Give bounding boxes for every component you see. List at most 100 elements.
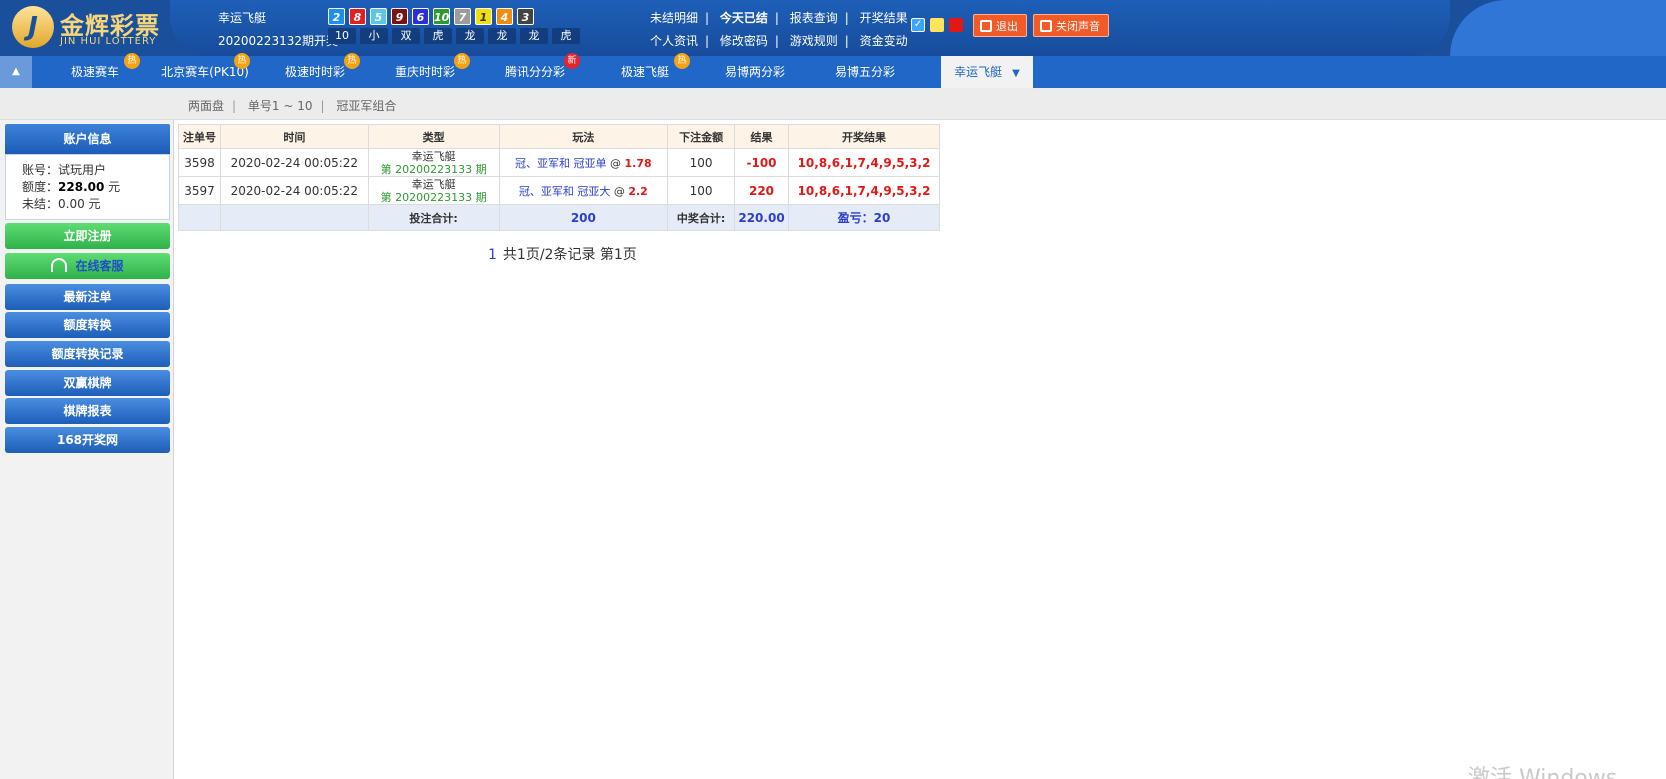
link-today-settled[interactable]: 今天已结 — [720, 11, 768, 25]
link-unsettled[interactable]: 未结明细 — [650, 11, 698, 25]
bet-play-name: 冠、亚军和 冠亚单 — [515, 156, 607, 170]
tab-jisu-saiche[interactable]: 极速赛车 热 — [40, 53, 150, 88]
draw-ball: 2 — [328, 8, 345, 25]
sub-nav: 两面盘 | 单号1 ~ 10 | 冠亚军组合 — [0, 88, 1666, 120]
latest-bets-button[interactable]: 最新注单 — [5, 284, 170, 310]
link-results[interactable]: 开奖结果 — [860, 11, 908, 25]
draw-ball: 9 — [391, 8, 408, 25]
hot-badge: 热 — [454, 53, 470, 69]
tab-tencent-ffc[interactable]: 腾讯分分彩 新 — [480, 53, 590, 88]
bet-amount: 100 — [667, 176, 736, 205]
total-empty — [219, 204, 369, 231]
draw-stat: 10 — [328, 28, 356, 44]
theme-yellow[interactable] — [930, 18, 944, 32]
subnav-champion-combo[interactable]: 冠亚军组合 — [336, 99, 396, 113]
bet-period: 第 20200223133 期 — [380, 190, 487, 204]
draw-ball: 4 — [496, 8, 513, 25]
draw-ball: 3 — [517, 8, 534, 25]
top-links: 未结明细 | 今天已结 | 报表查询 | 开奖结果 个人资讯 | 修改密码 | 游戏规则 |… — [650, 11, 908, 48]
draw-stat: 龙 — [488, 28, 516, 44]
account-info: 账号：试玩用户 额度：228.00 元 未结：0.00 元 — [5, 154, 170, 220]
limit-value: 228.00 — [58, 180, 105, 194]
total-profit: 盈亏：20 — [788, 204, 940, 231]
table-row: 3598 2020-02-24 00:05:22 幸运飞艇第 202002231… — [178, 148, 940, 177]
link-change-password[interactable]: 修改密码 — [720, 34, 768, 48]
site-168-button[interactable]: 168开奖网 — [5, 427, 170, 453]
pager: 1 共1页/2条记录 第1页 — [488, 244, 637, 264]
bet-game: 幸运飞艇 — [411, 177, 456, 191]
total-bet-value: 200 — [498, 204, 669, 231]
bet-play-name: 冠、亚军和 冠亚大 — [518, 184, 611, 198]
bet-type: 幸运飞艇第 20200223133 期 — [367, 148, 500, 177]
theme-blue-check-icon[interactable]: ✓ — [911, 18, 925, 32]
register-button[interactable]: 立即注册 — [5, 223, 170, 249]
draw-period: 20200223132期开奖 — [218, 34, 338, 48]
chess-button[interactable]: 双赢棋牌 — [5, 370, 170, 396]
table-header-row: 注单号 时间 类型 玩法 下注金额 结果 开奖结果 — [178, 124, 940, 149]
draw-stat: 小 — [360, 28, 388, 44]
link-report[interactable]: 报表查询 — [790, 11, 838, 25]
logout-label: 退出 — [996, 20, 1018, 33]
table-row: 3597 2020-02-24 00:05:22 幸运飞艇第 202002231… — [178, 176, 940, 205]
draw-ball: 7 — [454, 8, 471, 25]
unsettled-value: 0.00 元 — [58, 197, 101, 211]
logo[interactable]: J 金辉彩票 JIN HUI LOTTERY — [12, 6, 162, 48]
sound-icon — [1040, 20, 1052, 32]
tab-yibo-5fc[interactable]: 易博五分彩 — [810, 56, 920, 88]
draw-ball: 5 — [370, 8, 387, 25]
logout-icon — [980, 20, 992, 32]
draw-ball: 6 — [412, 8, 429, 25]
logo-name-en: JIN HUI LOTTERY — [60, 36, 157, 47]
draw-stat: 龙 — [520, 28, 548, 44]
tab-label: 腾讯分分彩 — [504, 65, 565, 79]
bet-odds: 2.2 — [628, 184, 648, 198]
tab-yibo-2fc[interactable]: 易博两分彩 — [700, 56, 810, 88]
logout-button[interactable]: 退出 — [973, 14, 1027, 37]
col-bet-id: 注单号 — [178, 124, 221, 149]
draw-ball: 8 — [349, 8, 366, 25]
account-title: 账户信息 — [5, 124, 170, 154]
link-funds[interactable]: 资金变动 — [860, 34, 908, 48]
tab-beijing-pk10[interactable]: 北京赛车(PK10) 热 — [150, 53, 260, 88]
draw-stat: 虎 — [424, 28, 452, 44]
tab-jisu-feiting[interactable]: 极速飞艇 热 — [590, 53, 700, 88]
table-total-row: 投注合计: 200 中奖合计: 220.00 盈亏：20 — [178, 204, 940, 231]
sound-off-button[interactable]: 关闭声音 — [1033, 14, 1109, 37]
pager-current-page[interactable]: 1 — [488, 247, 497, 263]
tab-jisu-ssc[interactable]: 极速时时彩 热 — [260, 53, 370, 88]
theme-switcher: ✓ — [911, 18, 963, 32]
tab-xingyun-feiting[interactable]: 幸运飞艇 ▼ — [941, 56, 1033, 88]
transfer-log-button[interactable]: 额度转换记录 — [5, 341, 170, 367]
logo-mark-icon: J — [12, 6, 54, 48]
draw-stat: 龙 — [456, 28, 484, 44]
tab-label: 易博两分彩 — [724, 65, 785, 79]
account-value: 试玩用户 — [58, 163, 107, 177]
draw-stats: 10 小 双 虎 龙 龙 龙 虎 — [328, 28, 580, 44]
total-win-value: 220.00 — [734, 204, 789, 231]
chess-report-button[interactable]: 棋牌报表 — [5, 398, 170, 424]
draw-balls: 2 8 5 9 6 10 7 1 4 3 — [328, 8, 534, 25]
col-play: 玩法 — [498, 124, 669, 149]
subnav-two-sides[interactable]: 两面盘 — [188, 99, 224, 113]
link-rules[interactable]: 游戏规则 — [790, 34, 838, 48]
col-result: 结果 — [734, 124, 789, 149]
total-win-label: 中奖合计: — [667, 204, 736, 231]
tab-chongqing-ssc[interactable]: 重庆时时彩 热 — [370, 53, 480, 88]
bet-at: @ — [606, 156, 625, 170]
credit-transfer-button[interactable]: 额度转换 — [5, 312, 170, 338]
online-service-button[interactable]: 在线客服 — [5, 253, 170, 279]
game-nav: ▲ 极速赛车 热 北京赛车(PK10) 热 极速时时彩 热 重庆时时彩 热 腾讯… — [0, 53, 1666, 88]
nav-toggle-icon[interactable]: ▲ — [0, 56, 32, 88]
unsettled-label: 未结： — [22, 197, 59, 211]
bet-amount: 100 — [667, 148, 736, 177]
col-draw: 开奖结果 — [788, 124, 940, 149]
tab-label: 极速时时彩 — [284, 65, 345, 79]
bet-draw-result: 10,8,6,1,7,4,9,5,3,2 — [788, 176, 940, 205]
draw-game-name: 幸运飞艇 — [218, 11, 267, 25]
new-badge: 新 — [564, 53, 580, 69]
total-bet-label: 投注合计: — [367, 204, 500, 231]
link-profile[interactable]: 个人资讯 — [650, 34, 698, 48]
subnav-single-number[interactable]: 单号1 ~ 10 — [248, 99, 313, 113]
theme-red[interactable] — [949, 18, 963, 32]
bet-game: 幸运飞艇 — [411, 149, 456, 163]
